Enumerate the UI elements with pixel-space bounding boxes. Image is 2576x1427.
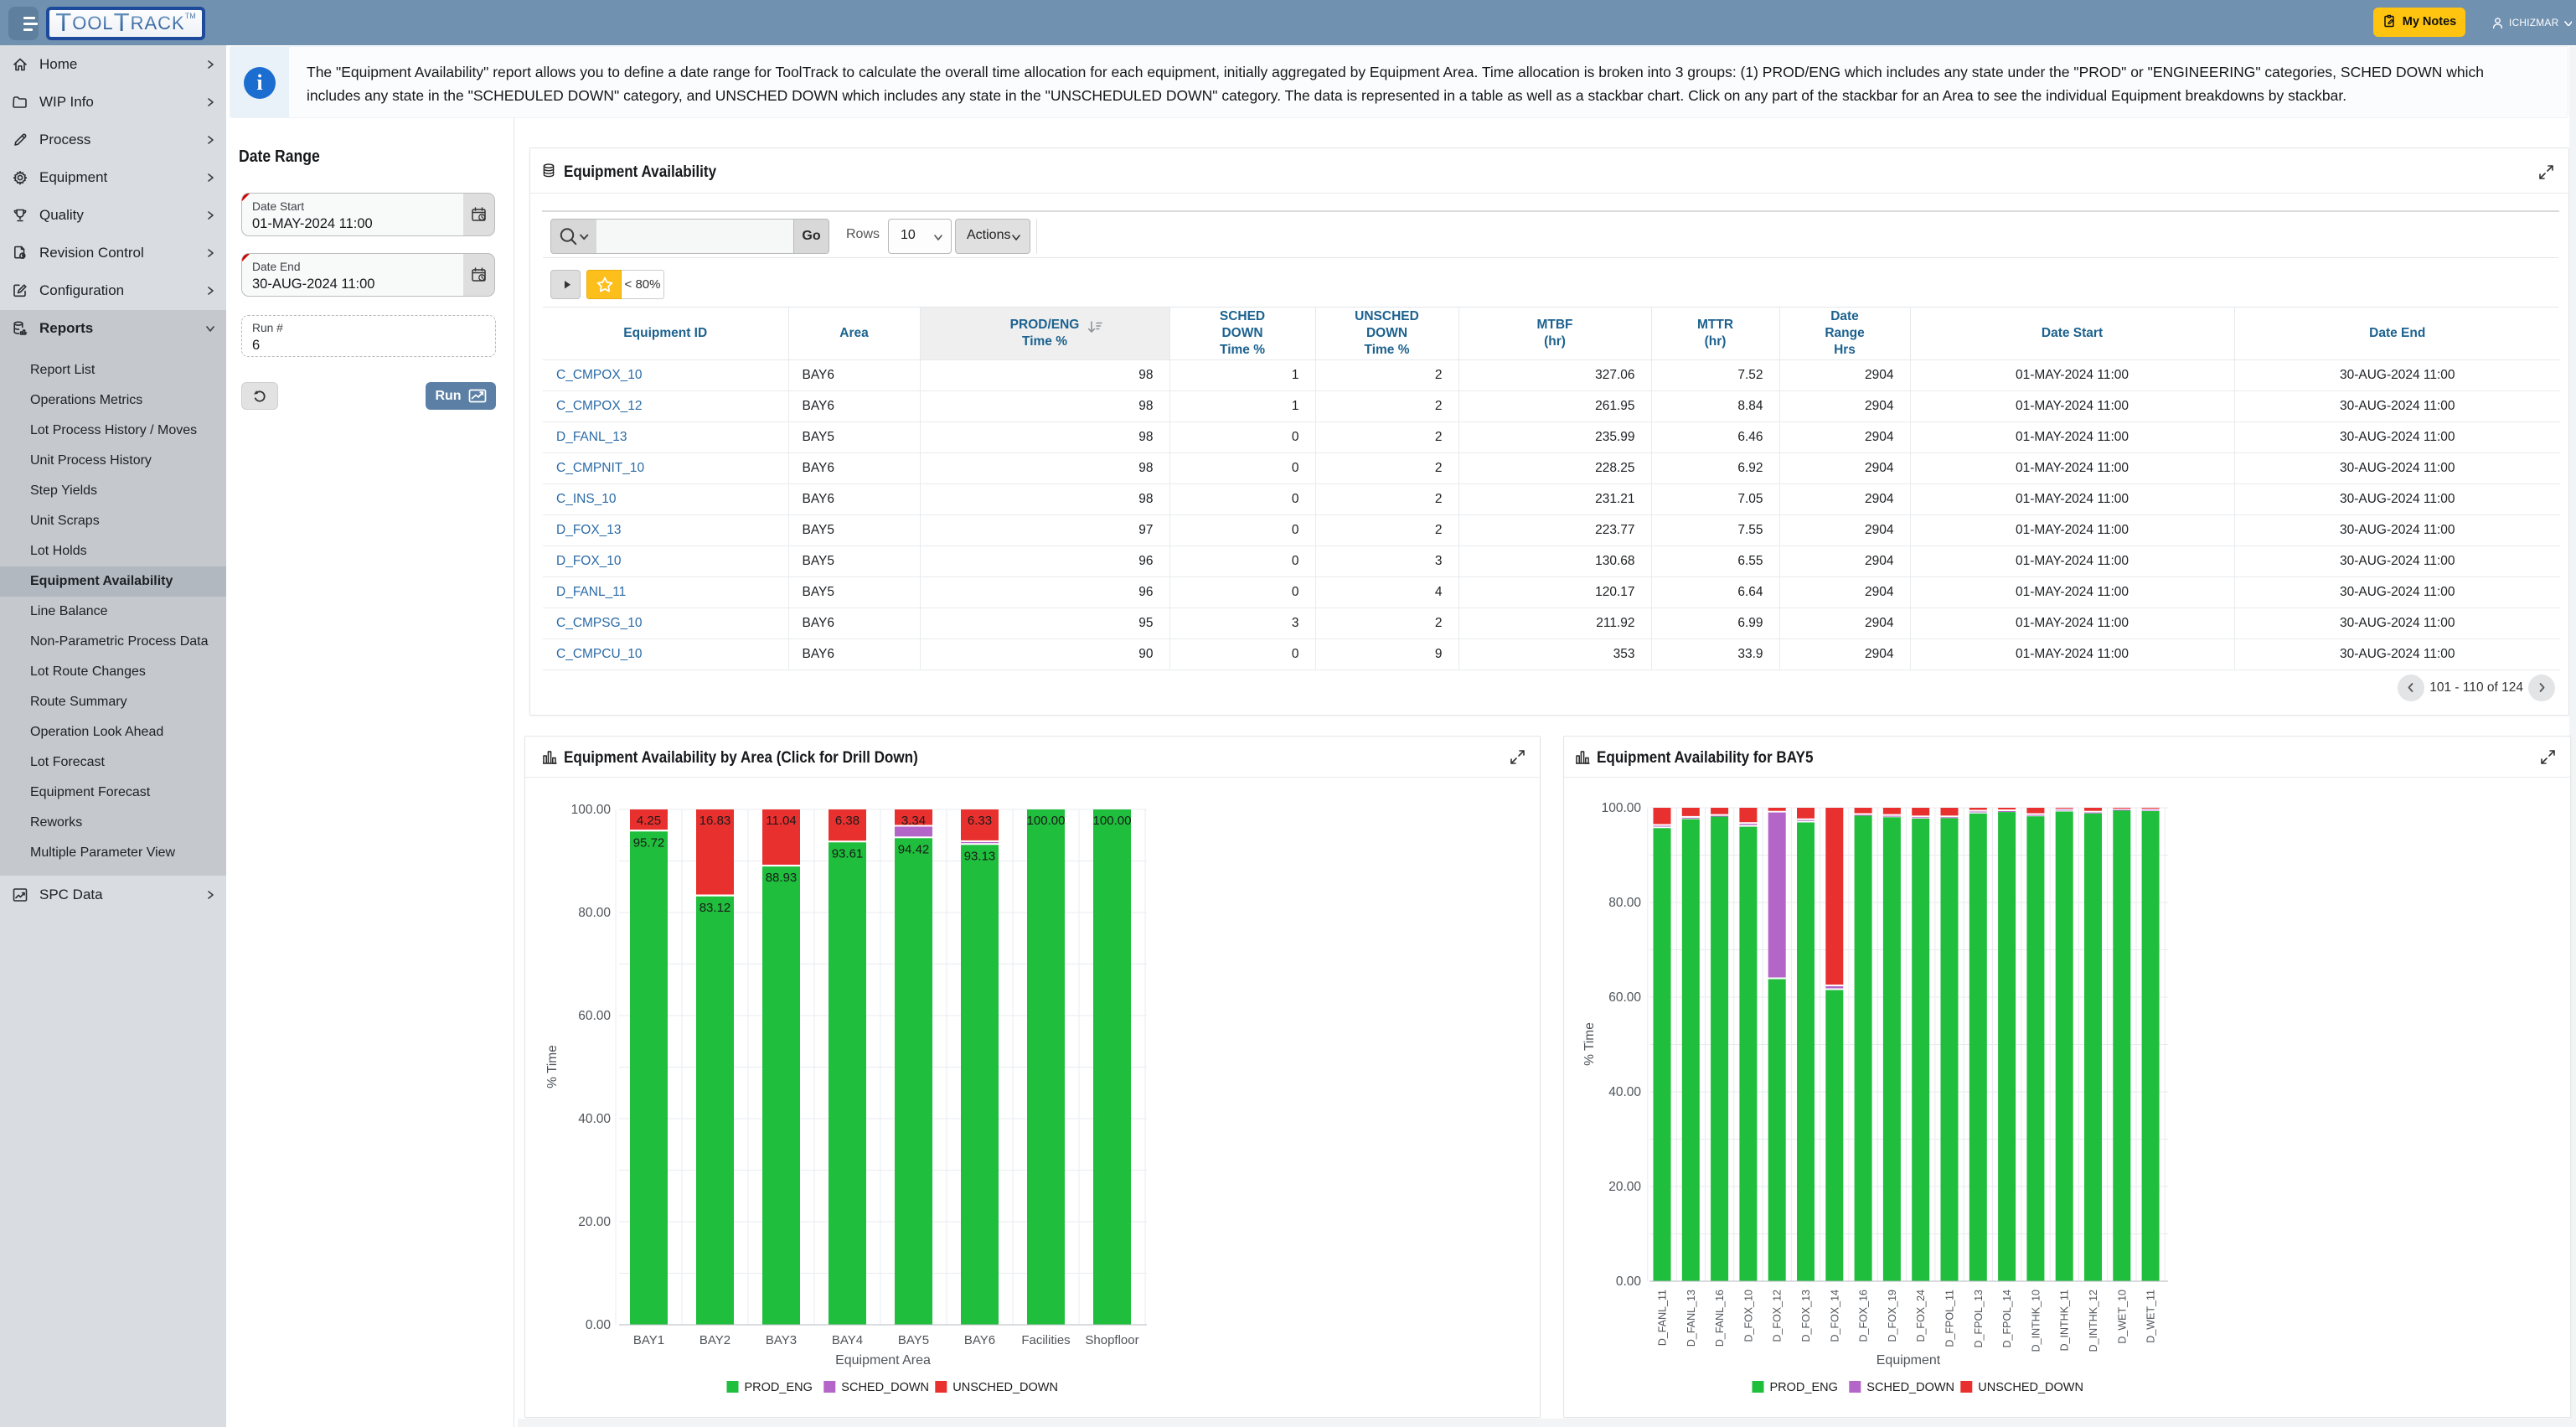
svg-text:D_FPOL_11: D_FPOL_11	[1944, 1290, 1956, 1347]
svg-text:88.93: 88.93	[766, 871, 798, 885]
svg-text:UNSCHED_DOWN: UNSCHED_DOWN	[1978, 1381, 2083, 1394]
svg-text:60.00: 60.00	[1608, 990, 1641, 1005]
svg-text:D_FOX_24: D_FOX_24	[1915, 1290, 1927, 1342]
svg-text:BAY2: BAY2	[699, 1333, 730, 1347]
svg-text:D_FOX_13: D_FOX_13	[1800, 1290, 1812, 1342]
svg-text:40.00: 40.00	[578, 1112, 611, 1126]
svg-text:95.72: 95.72	[633, 835, 665, 850]
svg-text:BAY1: BAY1	[633, 1333, 664, 1347]
svg-text:Shopfloor: Shopfloor	[1085, 1333, 1138, 1347]
svg-text:11.04: 11.04	[766, 814, 796, 828]
svg-text:60.00: 60.00	[578, 1009, 611, 1023]
svg-text:40.00: 40.00	[1608, 1085, 1641, 1099]
svg-text:D_FOX_10: D_FOX_10	[1742, 1290, 1754, 1342]
svg-text:UNSCHED_DOWN: UNSCHED_DOWN	[952, 1381, 1058, 1394]
svg-text:D_FOX_19: D_FOX_19	[1887, 1290, 1898, 1342]
svg-text:93.13: 93.13	[964, 849, 996, 863]
svg-text:D_FPOL_13: D_FPOL_13	[1973, 1290, 1985, 1348]
svg-text:D_FANL_13: D_FANL_13	[1685, 1290, 1697, 1347]
svg-text:Equipment: Equipment	[1877, 1353, 1941, 1368]
svg-text:16.83: 16.83	[699, 814, 731, 828]
svg-text:D_WET_11: D_WET_11	[2145, 1290, 2157, 1343]
svg-text:D_INTHK_10: D_INTHK_10	[2030, 1290, 2042, 1352]
svg-text:D_FOX_16: D_FOX_16	[1858, 1290, 1870, 1342]
svg-text:D_FANL_16: D_FANL_16	[1714, 1290, 1726, 1347]
svg-text:SCHED_DOWN: SCHED_DOWN	[841, 1381, 929, 1394]
svg-text:SCHED_DOWN: SCHED_DOWN	[1866, 1381, 1954, 1394]
svg-text:BAY3: BAY3	[766, 1333, 797, 1347]
svg-text:Facilities: Facilities	[1021, 1333, 1070, 1347]
svg-text:D_FPOL_14: D_FPOL_14	[2001, 1290, 2013, 1348]
svg-text:0.00: 0.00	[586, 1318, 612, 1332]
svg-text:20.00: 20.00	[578, 1215, 611, 1229]
svg-text:% Time: % Time	[545, 1045, 560, 1088]
svg-text:D_FANL_11: D_FANL_11	[1657, 1290, 1669, 1346]
svg-text:100.00: 100.00	[1602, 801, 1642, 815]
svg-text:3.34: 3.34	[901, 814, 926, 828]
svg-text:80.00: 80.00	[578, 906, 611, 920]
svg-text:93.61: 93.61	[832, 846, 864, 861]
svg-text:6.38: 6.38	[835, 814, 860, 828]
svg-text:D_FOX_12: D_FOX_12	[1772, 1290, 1784, 1342]
svg-text:PROD_ENG: PROD_ENG	[745, 1381, 813, 1394]
svg-text:0.00: 0.00	[1616, 1274, 1642, 1289]
svg-text:80.00: 80.00	[1608, 896, 1641, 910]
svg-text:D_INTHK_11: D_INTHK_11	[2059, 1290, 2071, 1351]
svg-text:D_WET_10: D_WET_10	[2116, 1290, 2128, 1344]
svg-text:100.00: 100.00	[1093, 814, 1132, 828]
svg-text:100.00: 100.00	[571, 803, 612, 817]
svg-text:94.42: 94.42	[898, 842, 930, 856]
svg-text:4.25: 4.25	[637, 814, 661, 828]
svg-text:100.00: 100.00	[1027, 814, 1066, 828]
svg-text:20.00: 20.00	[1608, 1180, 1641, 1194]
svg-text:PROD_ENG: PROD_ENG	[1770, 1381, 1838, 1394]
svg-text:D_INTHK_12: D_INTHK_12	[2088, 1290, 2099, 1352]
svg-text:83.12: 83.12	[699, 901, 731, 915]
svg-text:6.33: 6.33	[968, 814, 992, 828]
svg-text:Equipment Area: Equipment Area	[835, 1353, 931, 1368]
svg-text:BAY6: BAY6	[964, 1333, 995, 1347]
svg-text:% Time: % Time	[1582, 1022, 1597, 1066]
svg-text:BAY4: BAY4	[832, 1333, 863, 1347]
svg-text:BAY5: BAY5	[898, 1333, 929, 1347]
svg-text:D_FOX_14: D_FOX_14	[1829, 1290, 1840, 1342]
